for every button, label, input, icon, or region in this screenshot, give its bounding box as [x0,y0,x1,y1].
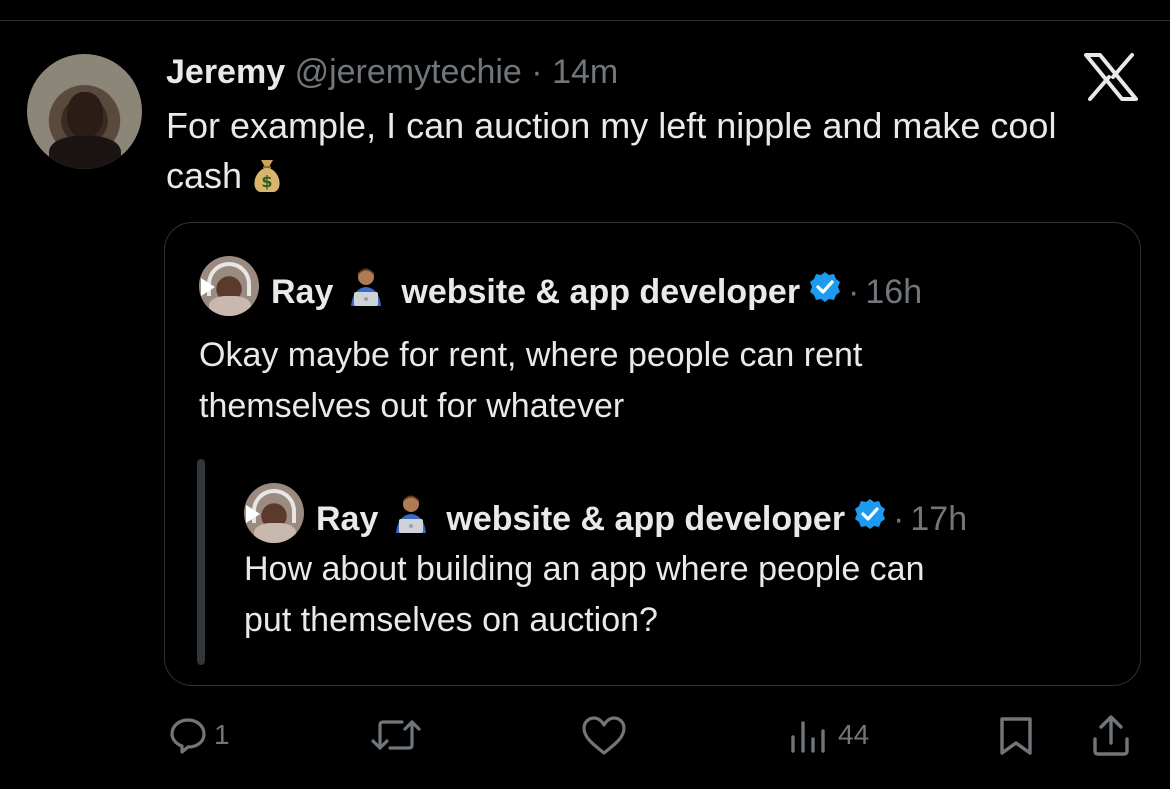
quote-text: Okay maybe for rent, where people can re… [199,330,862,432]
share-icon [1093,715,1129,756]
top-divider [0,20,1170,21]
heart-icon [582,716,626,755]
action-bar: 1 44 [0,705,1170,765]
tweet-body: For example, I can auction my left nippl… [166,105,1057,196]
author-avatar[interactable] [27,54,142,169]
quote-author-name[interactable]: Ray [271,272,333,312]
author-handle[interactable]: @jeremytechie [295,53,522,91]
tweet-header: Jeremy @jeremytechie · 14m [166,52,618,92]
nested-author-avatar[interactable] [244,483,304,543]
tweet-time[interactable]: 14m [552,53,618,91]
share-button[interactable] [1090,713,1132,757]
nested-quote-header: Ray website & app developer · 17h [316,493,967,544]
nested-quote-text: How about building an app where people c… [244,544,925,646]
quote-author-title[interactable]: website & app developer [401,272,800,312]
repost-icon [371,720,421,750]
quote-time[interactable]: 16h [865,272,922,312]
nested-author-title[interactable]: website & app developer [446,499,845,539]
repost-button[interactable] [368,715,430,755]
bookmark-icon [1000,717,1032,755]
quote-author-avatar[interactable] [199,256,259,316]
bookmark-button[interactable] [996,715,1036,757]
reply-count: 1 [214,719,230,750]
x-logo-icon [1084,53,1138,101]
quote-text-line: Okay maybe for rent, where people can re… [199,336,863,374]
quote-text-line: themselves out for whatever [199,387,625,425]
separator-dot: · [893,499,905,538]
tweet-text: For example, I can auction my left nippl… [166,101,1126,207]
nested-quote-bar [197,459,205,665]
reply-button[interactable]: 1 [168,715,230,755]
verified-badge-icon [808,270,842,313]
separator-dot: · [531,53,543,91]
views-chart-icon [791,721,825,753]
views-button[interactable]: 44 [786,715,869,755]
verified-badge-icon [853,497,887,540]
reply-icon [170,718,206,754]
nested-author-name[interactable]: Ray [316,499,378,539]
views-count: 44 [838,719,870,750]
svg-text:$: $ [261,172,272,191]
nested-text-line: put themselves on auction? [244,601,658,639]
technologist-emoji-icon [390,493,432,544]
technologist-emoji-icon [345,266,387,317]
like-button[interactable] [580,715,634,757]
separator-dot: · [848,272,860,311]
nested-quote-time[interactable]: 17h [910,499,967,539]
nested-text-line: How about building an app where people c… [244,550,925,588]
author-name[interactable]: Jeremy [166,53,285,91]
quote-header: Ray website & app developer · 16h [271,266,922,317]
money-bag-icon: $ [250,156,284,207]
